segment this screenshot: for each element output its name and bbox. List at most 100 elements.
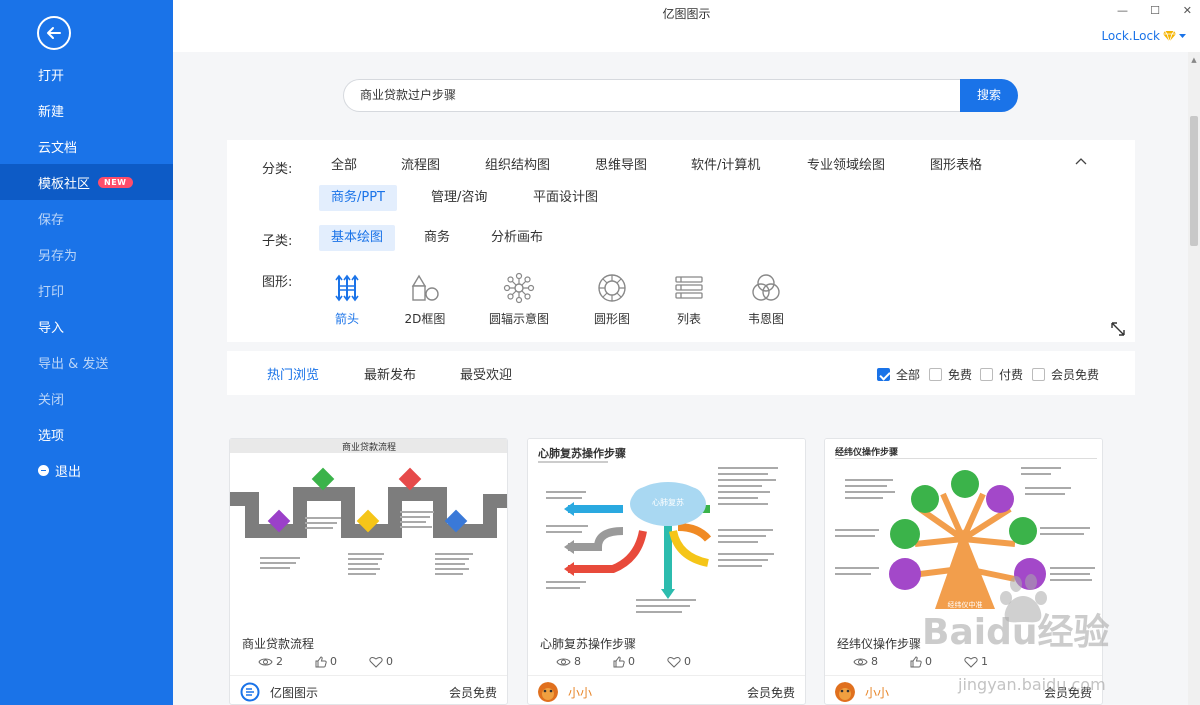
- category-management[interactable]: 管理/咨询: [419, 185, 499, 211]
- sidebar-item-import[interactable]: 导入: [0, 308, 173, 344]
- views-count: 8: [574, 655, 581, 668]
- template-thumbnail[interactable]: 商业贷款流程: [230, 439, 507, 625]
- favorites-stat[interactable]: 0: [667, 655, 691, 668]
- checkbox-checked[interactable]: [877, 368, 890, 381]
- sidebar-item-exit[interactable]: 退出: [0, 452, 173, 488]
- close-window-button[interactable]: ✕: [1183, 4, 1192, 17]
- template-thumbnail[interactable]: 心肺复苏操作步骤 心肺复苏: [528, 439, 805, 625]
- chevron-down-icon: [1179, 33, 1186, 38]
- subcategory-analysis-canvas[interactable]: 分析画布: [479, 225, 555, 251]
- tab-hot[interactable]: 热门浏览: [267, 364, 319, 383]
- sort-bar: 热门浏览 最新发布 最受欢迎 全部 免费 付费 会员免费: [227, 351, 1135, 395]
- likes-count: 0: [330, 655, 337, 668]
- template-thumbnail[interactable]: 经纬仪操作步骤 经纬仪中准: [825, 439, 1102, 625]
- category-tables[interactable]: 图形表格: [918, 153, 994, 179]
- checkbox[interactable]: [1032, 368, 1045, 381]
- sidebar-item-new[interactable]: 新建: [0, 92, 173, 128]
- sidebar-item-save[interactable]: 保存: [0, 200, 173, 236]
- sidebar-item-label: 新建: [38, 104, 65, 120]
- views-stat: 2: [258, 655, 283, 668]
- avatar: [835, 682, 855, 702]
- subcategory-basic[interactable]: 基本绘图: [319, 225, 396, 251]
- venn-icon: [752, 274, 780, 301]
- vertical-scrollbar[interactable]: ▲: [1188, 52, 1200, 705]
- search-button[interactable]: 搜索: [960, 79, 1018, 112]
- shape-radial[interactable]: 圆辐示意图: [479, 272, 559, 327]
- checkbox[interactable]: [929, 368, 942, 381]
- author-name[interactable]: 亿图图示: [270, 684, 318, 701]
- theodolite-thumbnail: 经纬仪操作步骤 经纬仪中准: [835, 446, 1097, 609]
- thumbnail-center-text: 经纬仪中准: [948, 600, 983, 609]
- category-flowchart[interactable]: 流程图: [389, 153, 452, 179]
- filter-paid-checkbox[interactable]: 付费: [980, 366, 1023, 383]
- shape-2d[interactable]: 2D框图: [385, 272, 465, 327]
- new-badge: NEW: [98, 176, 133, 188]
- category-graphic-design[interactable]: 平面设计图: [521, 185, 610, 211]
- sidebar-item-label: 导入: [38, 320, 65, 336]
- shape-item-label: 圆辐示意图: [488, 312, 549, 326]
- sidebar-item-template-community[interactable]: 模板社区 NEW: [0, 164, 173, 200]
- author-name[interactable]: 小小: [568, 684, 592, 701]
- sidebar-item-open[interactable]: 打开: [0, 56, 173, 92]
- tab-popular[interactable]: 最受欢迎: [460, 364, 512, 383]
- likes-stat[interactable]: 0: [315, 655, 337, 668]
- scroll-thumb[interactable]: [1190, 116, 1198, 246]
- minimize-button[interactable]: —: [1117, 4, 1128, 17]
- maximize-button[interactable]: ☐: [1150, 4, 1160, 17]
- cpr-thumbnail: 心肺复苏操作步骤 心肺复苏: [538, 446, 778, 613]
- shape-item-label: 2D框图: [404, 312, 446, 326]
- favorites-stat[interactable]: 1: [964, 655, 988, 668]
- loan-flow-thumbnail: 商业贷款流程: [230, 439, 507, 575]
- filter-all-checkbox[interactable]: 全部: [877, 366, 920, 383]
- favorites-count: 0: [684, 655, 691, 668]
- shape-venn[interactable]: 韦恩图: [726, 272, 806, 327]
- shape-circle[interactable]: 圆形图: [572, 272, 652, 327]
- card-footer: 小小 会员免费: [825, 675, 1102, 704]
- thumbnail-title: 商业贷款流程: [342, 441, 396, 453]
- sidebar-item-export[interactable]: 导出 & 发送: [0, 344, 173, 380]
- tab-latest[interactable]: 最新发布: [364, 364, 416, 383]
- template-card[interactable]: 经纬仪操作步骤 经纬仪中准 经纬仪操作步骤 8 0 1 小小 会员免费: [824, 438, 1103, 705]
- shape-arrows[interactable]: 箭头: [307, 272, 387, 327]
- likes-stat[interactable]: 0: [613, 655, 635, 668]
- shape-list[interactable]: 列表: [649, 272, 729, 327]
- eye-icon: [853, 658, 868, 665]
- user-account[interactable]: Lock.Lock: [1101, 29, 1186, 43]
- sidebar-item-close[interactable]: 关闭: [0, 380, 173, 416]
- chevron-up-icon[interactable]: [1075, 156, 1087, 168]
- filter-member-checkbox[interactable]: 会员免费: [1032, 366, 1099, 383]
- author-name[interactable]: 小小: [865, 684, 889, 701]
- sidebar-item-label: 退出: [55, 464, 82, 480]
- category-all[interactable]: 全部: [319, 153, 369, 179]
- card-title[interactable]: 心肺复苏操作步骤: [540, 635, 636, 652]
- category-software[interactable]: 软件/计算机: [679, 153, 772, 179]
- category-org-chart[interactable]: 组织结构图: [473, 153, 562, 179]
- category-label: 分类:: [262, 162, 293, 177]
- scroll-up-icon[interactable]: ▲: [1188, 54, 1200, 66]
- avatar: [538, 682, 558, 702]
- category-business-ppt[interactable]: 商务/PPT: [319, 185, 397, 211]
- sidebar-item-label: 保存: [38, 212, 65, 228]
- favorites-stat[interactable]: 0: [369, 655, 393, 668]
- sidebar-item-label: 打印: [38, 284, 65, 300]
- likes-stat[interactable]: 0: [910, 655, 932, 668]
- checkbox[interactable]: [980, 368, 993, 381]
- category-mindmap[interactable]: 思维导图: [583, 153, 659, 179]
- thumbnail-title: 经纬仪操作步骤: [835, 446, 898, 458]
- template-card[interactable]: 商业贷款流程 商业贷款流程 2 0 0 亿图图示 会员免费: [229, 438, 508, 705]
- category-professional[interactable]: 专业领域绘图: [795, 153, 897, 179]
- favorites-count: 0: [386, 655, 393, 668]
- card-title[interactable]: 商业贷款流程: [242, 635, 314, 652]
- sidebar-item-save-as[interactable]: 另存为: [0, 236, 173, 272]
- card-title[interactable]: 经纬仪操作步骤: [837, 635, 921, 652]
- subcategory-business[interactable]: 商务: [412, 225, 462, 251]
- expand-icon[interactable]: [1111, 322, 1125, 336]
- sidebar-item-cloud-docs[interactable]: 云文档: [0, 128, 173, 164]
- back-button[interactable]: [37, 16, 71, 50]
- search-input[interactable]: 商业贷款过户步骤: [343, 79, 961, 112]
- sidebar-item-print[interactable]: 打印: [0, 272, 173, 308]
- sidebar-item-options[interactable]: 选项: [0, 416, 173, 452]
- card-stats: 8 0 1: [853, 655, 1020, 668]
- filter-free-checkbox[interactable]: 免费: [929, 366, 972, 383]
- template-card[interactable]: 心肺复苏操作步骤 心肺复苏 心肺复苏操作步骤 8 0 0 小小 会员免费: [527, 438, 806, 705]
